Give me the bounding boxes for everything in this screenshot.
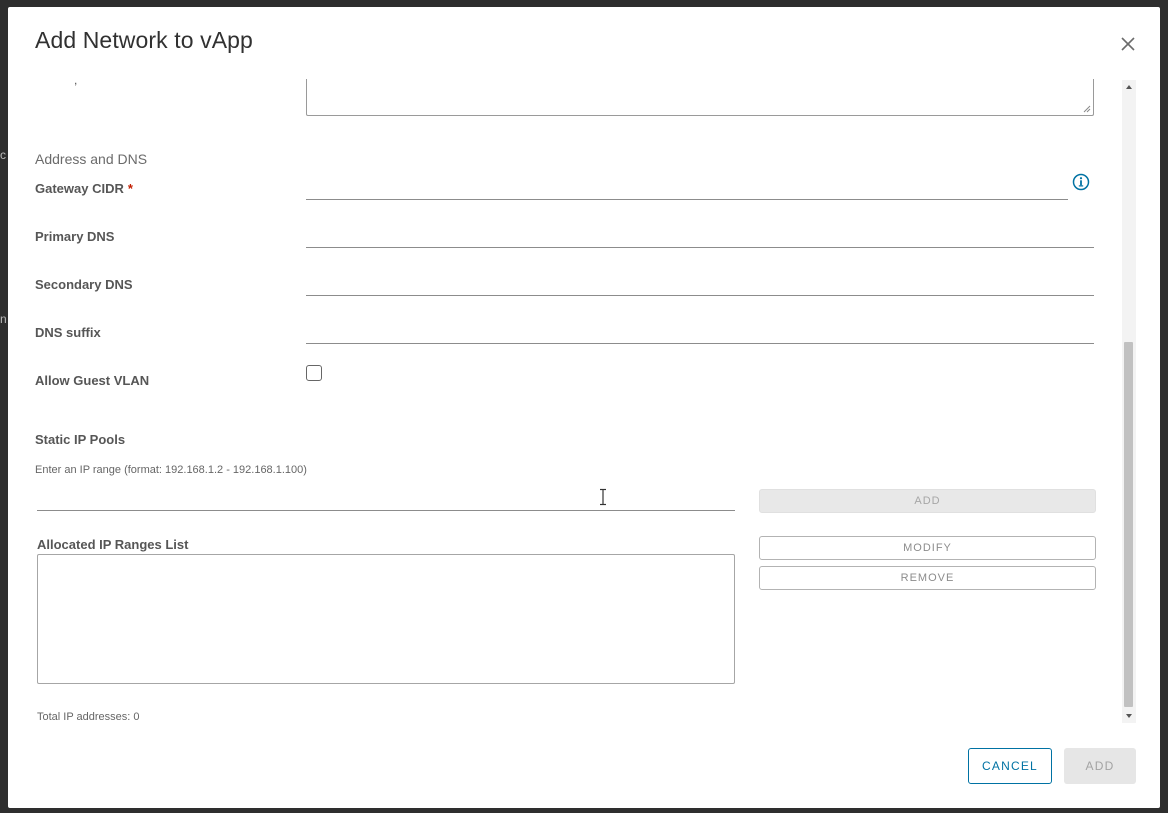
primary-dns-label: Primary DNS xyxy=(35,229,115,244)
address-dns-section-title: Address and DNS xyxy=(35,151,148,167)
chevron-up-icon[interactable] xyxy=(1124,82,1134,92)
background-fragment: c xyxy=(0,148,6,162)
allow-guest-vlan-label: Allow Guest VLAN xyxy=(35,373,150,388)
cancel-button[interactable]: CANCEL xyxy=(968,748,1052,784)
allocated-ranges-label: Allocated IP Ranges List xyxy=(37,537,189,552)
gateway-cidr-label: Gateway CIDR * xyxy=(35,181,133,196)
static-ip-pools-title: Static IP Pools xyxy=(35,432,126,447)
description-textarea[interactable] xyxy=(306,79,1094,116)
ip-range-input[interactable] xyxy=(37,487,735,511)
ip-range-hint: Enter an IP range (format: 192.168.1.2 -… xyxy=(35,464,307,476)
description-label-fragment: , xyxy=(74,79,78,87)
remove-range-button[interactable]: REMOVE xyxy=(759,566,1096,590)
resize-grip-icon[interactable] xyxy=(1083,105,1091,113)
add-button[interactable]: ADD xyxy=(1064,748,1136,784)
secondary-dns-input[interactable] xyxy=(306,272,1094,296)
close-button[interactable] xyxy=(1118,34,1138,54)
allow-guest-vlan-checkbox[interactable] xyxy=(306,365,322,381)
dialog-title: Add Network to vApp xyxy=(35,27,253,53)
background-fragment: n xyxy=(0,312,7,326)
close-icon xyxy=(1121,37,1135,51)
total-ip-addresses: Total IP addresses: 0 xyxy=(37,711,140,723)
add-network-dialog: Add Network to vApp , Address and DNS Ga… xyxy=(8,7,1160,808)
dns-suffix-label: DNS suffix xyxy=(35,325,101,340)
dns-suffix-input[interactable] xyxy=(306,320,1094,344)
secondary-dns-label: Secondary DNS xyxy=(35,277,133,292)
modify-range-button[interactable]: MODIFY xyxy=(759,536,1096,560)
primary-dns-input[interactable] xyxy=(306,224,1094,248)
scrollbar-thumb[interactable] xyxy=(1124,342,1133,707)
required-marker: * xyxy=(127,181,133,196)
gateway-cidr-label-text: Gateway CIDR xyxy=(35,181,124,196)
add-range-button[interactable]: ADD xyxy=(759,489,1096,513)
info-icon[interactable] xyxy=(1072,173,1090,191)
allocated-ranges-list[interactable] xyxy=(37,554,735,684)
text-cursor-icon xyxy=(600,488,606,506)
dialog-scroll-body: , Address and DNS Gateway CIDR * Primary … xyxy=(8,79,1140,725)
gateway-cidr-input[interactable] xyxy=(306,176,1068,200)
dialog-scrollbar[interactable] xyxy=(1122,80,1136,723)
chevron-down-icon[interactable] xyxy=(1124,711,1134,721)
